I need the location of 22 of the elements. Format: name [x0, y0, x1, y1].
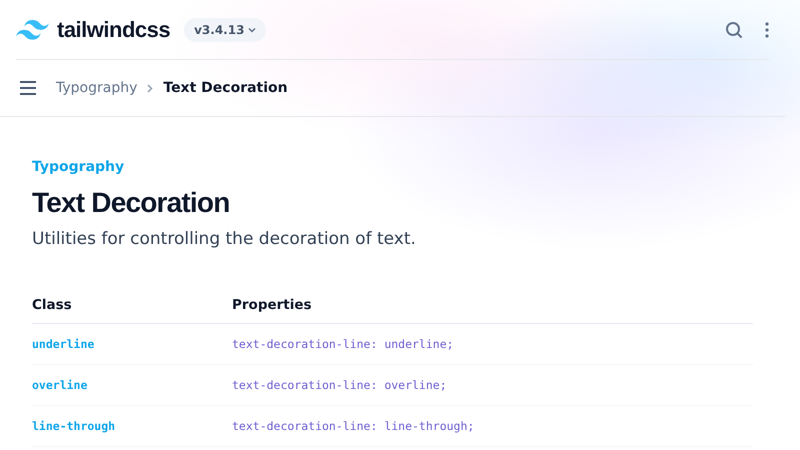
menu-icon[interactable] [20, 81, 36, 95]
table-cell: text-decoration-line: overline; [232, 364, 753, 406]
current-page-crumb: Text Decoration [163, 80, 288, 96]
logo-text: tailwindcss [57, 16, 170, 42]
table-cell: text-decoration-line: underline; [232, 324, 753, 364]
wave-icon [16, 20, 49, 40]
more-options-icon[interactable] [765, 22, 769, 38]
logo-link[interactable]: tailwindcss [16, 16, 170, 42]
page-title: Text Decoration [32, 187, 231, 219]
breadcrumb-link[interactable]: Typography [56, 80, 138, 96]
chevron-down-icon [248, 26, 256, 32]
version-dropdown[interactable]: v3.4.13 [184, 18, 266, 42]
table-cell: overline [32, 364, 232, 406]
table-cell: underline [32, 324, 232, 364]
page-description: Utilities for controlling the decoration of text. [32, 229, 417, 249]
column-header: Properties [232, 297, 753, 324]
table-cell: line-through [32, 406, 232, 446]
chevron-right-icon [147, 84, 154, 92]
column-header: Class [32, 297, 232, 324]
section-label: Typography [32, 159, 126, 175]
search-icon[interactable] [725, 20, 743, 38]
table-cell: text-decoration-line: line-through; [232, 406, 753, 446]
